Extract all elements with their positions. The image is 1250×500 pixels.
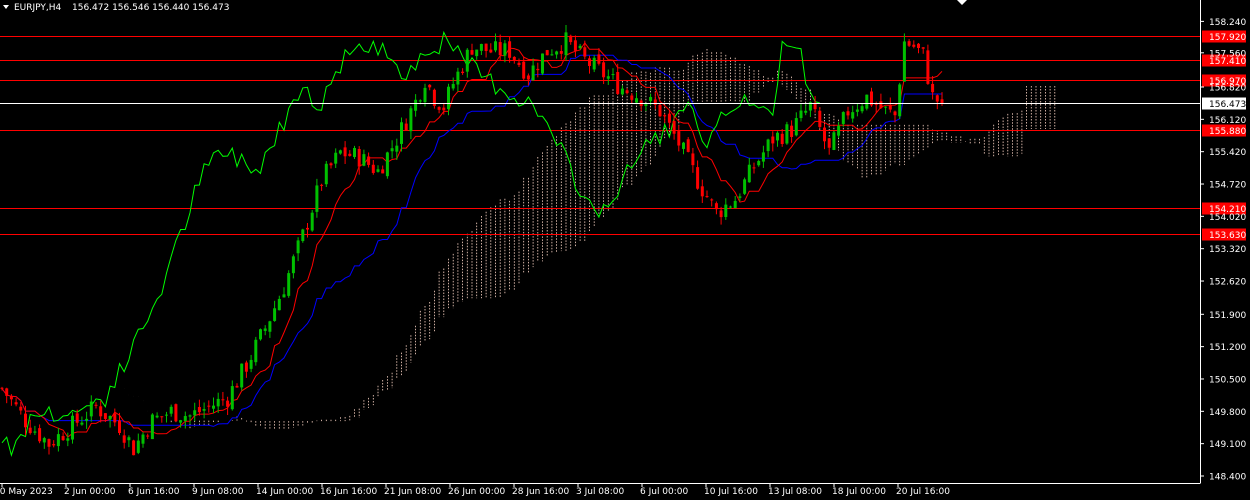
price-tick-label: 149.800 [1209, 408, 1246, 418]
price-tick-label: 156.120 [1209, 116, 1246, 126]
time-tick-label: 6 Jun 16:00 [128, 487, 180, 497]
time-tick-label: 18 Jul 00:00 [832, 487, 886, 497]
time-tick-label: 9 Jun 08:00 [192, 487, 244, 497]
time-tick-label: 3 Jul 08:00 [576, 487, 625, 497]
price-tick-label: 154.020 [1209, 213, 1246, 223]
candle[interactable] [150, 413, 154, 440]
candle[interactable] [259, 328, 262, 341]
candle[interactable] [254, 336, 258, 366]
price-tick-label: 151.900 [1209, 311, 1246, 321]
price-tick-label: 154.720 [1209, 181, 1246, 191]
candle[interactable] [71, 412, 74, 444]
candle[interactable] [310, 210, 314, 232]
candle[interactable] [785, 121, 789, 145]
price-tick-label: 151.200 [1209, 343, 1246, 353]
svg-text:156.473: 156.473 [1209, 100, 1246, 110]
time-tick-label: 13 Jul 08:00 [768, 487, 822, 497]
candle[interactable] [686, 137, 690, 153]
time-tick-label: 30 May 2023 [0, 487, 53, 497]
candle[interactable] [832, 131, 836, 151]
price-tick-label: 152.620 [1209, 278, 1246, 288]
price-tick-label: 148.400 [1209, 473, 1246, 483]
candle[interactable] [926, 44, 930, 85]
candle[interactable] [743, 177, 747, 196]
candle[interactable] [132, 439, 136, 456]
level-label: 155.880 [1209, 127, 1246, 137]
candle[interactable] [301, 228, 305, 243]
candle[interactable] [865, 94, 869, 111]
candle[interactable] [174, 403, 178, 422]
time-tick-label: 28 Jun 16:00 [512, 487, 569, 497]
candle[interactable] [545, 49, 549, 56]
current-price-tag: 156.473 [1202, 97, 1246, 110]
price-tick-label: 157.560 [1209, 49, 1246, 59]
time-tick-label: 14 Jun 00:00 [256, 487, 313, 497]
symbol-timeframe: EURJPY,H4 [14, 3, 62, 13]
level-label: 157.920 [1209, 33, 1246, 43]
price-tick-label: 150.500 [1209, 375, 1246, 385]
price-tick-label: 153.320 [1209, 245, 1246, 255]
candle[interactable] [324, 161, 328, 188]
level-label: 153.630 [1209, 231, 1246, 241]
candle[interactable] [658, 104, 662, 118]
candle[interactable] [541, 53, 544, 76]
time-tick-label: 2 Jun 00:00 [64, 487, 116, 497]
candle[interactable] [240, 363, 244, 391]
time-tick-label: 16 Jun 16:00 [320, 487, 377, 497]
price-chart[interactable]: 157.920157.410156.970155.880154.210153.6… [0, 0, 1250, 500]
time-tick-label: 10 Jul 16:00 [704, 487, 758, 497]
candle[interactable] [287, 270, 291, 298]
candle[interactable] [385, 151, 389, 179]
price-tick-label: 149.100 [1209, 440, 1246, 450]
ohlc-readout: 156.472 156.546 156.440 156.473 [72, 3, 229, 13]
price-tick-label: 158.240 [1209, 18, 1246, 28]
time-tick-label: 6 Jul 00:00 [640, 487, 689, 497]
candle[interactable] [432, 88, 436, 109]
price-tick-label: 155.420 [1209, 148, 1246, 158]
candle[interactable] [898, 82, 902, 119]
time-tick-label: 21 Jun 08:00 [384, 487, 441, 497]
price-tick-label: 156.820 [1209, 83, 1246, 93]
time-tick-label: 20 Jul 16:00 [896, 487, 950, 497]
time-tick-label: 26 Jun 00:00 [448, 487, 505, 497]
